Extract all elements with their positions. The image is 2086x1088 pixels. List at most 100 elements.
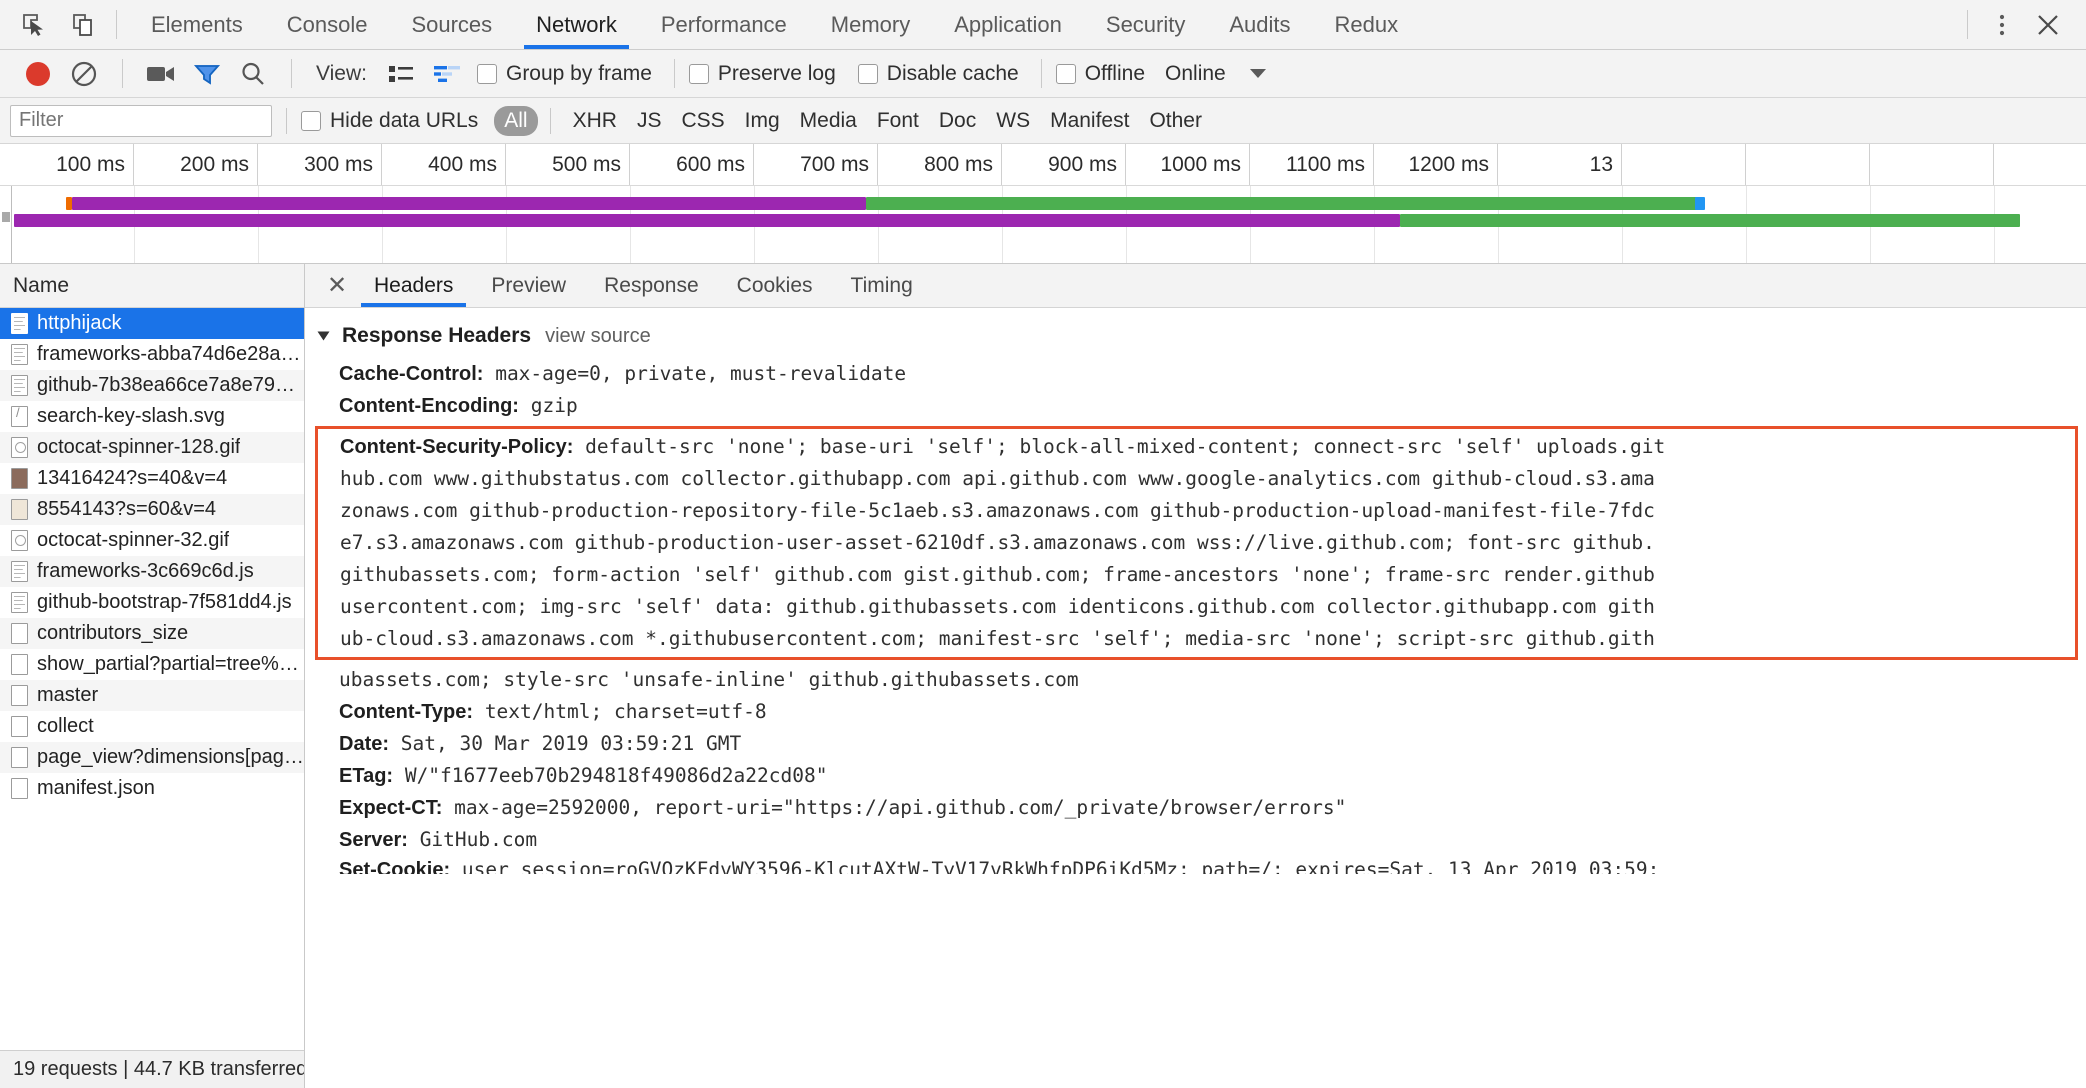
tick-label: 700 ms: [800, 153, 869, 176]
tabbar-left-icons: [0, 0, 104, 49]
tab-application[interactable]: Application: [932, 0, 1084, 49]
tab-security[interactable]: Security: [1084, 0, 1207, 49]
header-value: max-age=2592000, report-uri="https://api…: [454, 796, 1347, 819]
detail-tab-label: Response: [604, 273, 699, 297]
request-name: github-bootstrap-7f581dd4.js: [37, 591, 292, 613]
search-icon[interactable]: [231, 54, 275, 94]
tab-audits[interactable]: Audits: [1207, 0, 1312, 49]
tab-elements[interactable]: Elements: [129, 0, 265, 49]
inspect-element-icon[interactable]: [14, 5, 54, 45]
detail-tabbar: ✕ Headers Preview Response Cookies Timin…: [305, 264, 2086, 308]
tabbar-right-divider: [1967, 10, 1968, 39]
header-cache-control: Cache-Control: max-age=0, private, must-…: [305, 358, 2086, 390]
tick-label: 100 ms: [56, 153, 125, 176]
header-name: Content-Type:: [339, 701, 474, 723]
header-name: Expect-CT:: [339, 797, 443, 819]
tab-label: Console: [286, 11, 368, 37]
request-row-frameworks-js[interactable]: frameworks-3c669c6d.js: [0, 556, 304, 587]
filter-type-img[interactable]: Img: [735, 106, 790, 136]
throttling-value[interactable]: Online: [1165, 62, 1226, 86]
tab-console[interactable]: Console: [265, 0, 390, 49]
header-name: Set-Cookie:: [339, 859, 451, 874]
device-toolbar-icon[interactable]: [64, 5, 104, 45]
detail-tab-cookies[interactable]: Cookies: [718, 264, 832, 307]
header-value: GitHub.com: [419, 828, 538, 851]
request-row-page-view[interactable]: page_view?dimensions[page]…: [0, 742, 304, 773]
filter-type-all[interactable]: All: [494, 105, 538, 136]
header-name: Content-Security-Policy:: [340, 436, 574, 458]
more-options-icon[interactable]: [1982, 5, 2022, 45]
request-row-collect[interactable]: collect: [0, 711, 304, 742]
preserve-log-checkbox[interactable]: Preserve log: [688, 62, 836, 86]
tab-network[interactable]: Network: [514, 0, 639, 49]
filter-type-css[interactable]: CSS: [671, 106, 734, 136]
disable-cache-checkbox[interactable]: Disable cache: [857, 62, 1019, 86]
offline-checkbox[interactable]: Offline: [1055, 62, 1145, 86]
tab-redux[interactable]: Redux: [1313, 0, 1421, 49]
request-row-github-css[interactable]: github-7b38ea66ce7a8e79d6…: [0, 370, 304, 401]
header-name: Content-Encoding:: [339, 395, 519, 417]
overview-bar-green-top: [866, 197, 1701, 210]
filter-type-manifest[interactable]: Manifest: [1040, 106, 1139, 136]
request-row-show-partial[interactable]: show_partial?partial=tree%2…: [0, 649, 304, 680]
filterbar-divider-1: [286, 107, 287, 134]
tab-performance[interactable]: Performance: [639, 0, 809, 49]
view-source-link[interactable]: view source: [545, 325, 651, 348]
filter-type-font[interactable]: Font: [867, 106, 929, 136]
close-icon[interactable]: [2028, 5, 2068, 45]
record-button[interactable]: [16, 54, 60, 94]
waterfall-view-icon[interactable]: [425, 54, 469, 94]
filter-type-other[interactable]: Other: [1139, 106, 1212, 136]
filter-funnel-icon[interactable]: [185, 54, 229, 94]
filter-type-media[interactable]: Media: [790, 106, 867, 136]
filter-type-xhr[interactable]: XHR: [563, 106, 627, 136]
chevron-down-icon[interactable]: [317, 331, 330, 341]
header-name: Cache-Control:: [339, 363, 484, 385]
generic-file-icon: [11, 623, 28, 644]
tab-sources[interactable]: Sources: [389, 0, 514, 49]
checkbox-label: Group by frame: [505, 61, 652, 85]
detail-tab-label: Cookies: [736, 273, 813, 297]
group-by-frame-checkbox[interactable]: Group by frame: [476, 61, 652, 86]
response-headers-section-title[interactable]: Response Headers view source: [305, 318, 2086, 358]
overview-left-handle[interactable]: [0, 186, 12, 263]
request-name: master: [37, 684, 99, 706]
tab-label: Audits: [1229, 11, 1291, 37]
detail-tab-headers[interactable]: Headers: [355, 264, 472, 307]
filter-type-doc[interactable]: Doc: [929, 106, 986, 136]
request-row-httphijack[interactable]: httphijack: [0, 308, 304, 339]
csp-highlight-box: Content-Security-Policy: default-src 'no…: [315, 426, 2078, 660]
detail-tab-preview[interactable]: Preview: [472, 264, 585, 307]
close-detail-icon[interactable]: ✕: [319, 264, 355, 307]
detail-tab-timing[interactable]: Timing: [832, 264, 932, 307]
chevron-down-icon[interactable]: [1249, 69, 1266, 78]
hide-data-urls-checkbox[interactable]: Hide data URLs: [301, 109, 478, 133]
filter-type-js[interactable]: JS: [627, 106, 672, 136]
filter-input[interactable]: [10, 104, 272, 137]
filter-type-label: Img: [744, 108, 780, 132]
checkbox-box: [301, 110, 321, 131]
csp-text: ub-cloud.s3.amazonaws.com *.githubuserco…: [340, 627, 1655, 650]
camera-icon[interactable]: [139, 54, 183, 94]
request-row-master[interactable]: master: [0, 680, 304, 711]
overview-bar-purple-top: [72, 197, 866, 210]
request-row-avatar-13416424[interactable]: 13416424?s=40&v=4: [0, 463, 304, 494]
list-view-icon[interactable]: [379, 54, 423, 94]
clear-button[interactable]: [62, 54, 106, 94]
filter-type-ws[interactable]: WS: [986, 106, 1040, 136]
tab-label: Security: [1105, 11, 1186, 37]
request-row-github-bootstrap-js[interactable]: github-bootstrap-7f581dd4.js: [0, 587, 304, 618]
network-overview[interactable]: 100 ms 200 ms 300 ms 400 ms 500 ms 600 m…: [0, 144, 2086, 264]
detail-tab-response[interactable]: Response: [585, 264, 718, 307]
image-icon: [11, 530, 28, 551]
request-row-avatar-8554143[interactable]: 8554143?s=60&v=4: [0, 494, 304, 525]
request-row-octocat-spinner-32[interactable]: octocat-spinner-32.gif: [0, 525, 304, 556]
request-list[interactable]: httphijack frameworks-abba74d6e28a6… git…: [0, 308, 304, 1050]
request-row-frameworks-css[interactable]: frameworks-abba74d6e28a6…: [0, 339, 304, 370]
request-row-manifest-json[interactable]: manifest.json: [0, 773, 304, 804]
request-row-search-key-slash[interactable]: search-key-slash.svg: [0, 401, 304, 432]
request-row-octocat-spinner-128[interactable]: octocat-spinner-128.gif: [0, 432, 304, 463]
request-row-contributors-size[interactable]: contributors_size: [0, 618, 304, 649]
column-header-name[interactable]: Name: [0, 264, 304, 308]
tab-memory[interactable]: Memory: [809, 0, 932, 49]
